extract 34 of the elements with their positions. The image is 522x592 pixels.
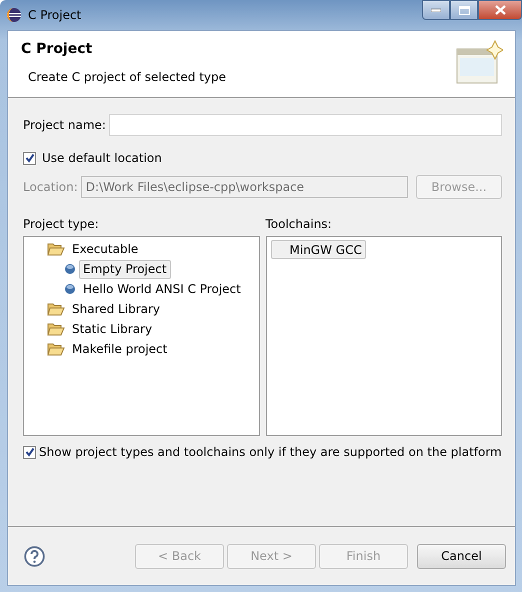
folder-icon <box>47 302 65 316</box>
dialog-subtitle: Create C project of selected type <box>28 69 227 86</box>
help-icon[interactable] <box>24 546 45 566</box>
maximize-icon <box>458 6 470 14</box>
folder-icon <box>47 242 65 256</box>
folder-icon <box>47 342 65 356</box>
field-label: Project name: <box>23 117 106 134</box>
close-button[interactable] <box>478 0 522 20</box>
minimize-button[interactable] <box>422 0 450 20</box>
tree-item[interactable]: Makefile project <box>68 340 172 358</box>
project-name-field[interactable] <box>108 114 502 136</box>
checkbox[interactable] <box>23 152 36 164</box>
minimize-icon <box>431 8 441 12</box>
maximize-button[interactable] <box>450 0 478 20</box>
field-label: Location: <box>23 179 78 196</box>
section-label: Toolchains: <box>266 216 333 233</box>
tree-item[interactable]: Executable <box>68 240 142 258</box>
checkbox-label: Show project types and toolchains only if they are supported on the platform <box>39 444 502 461</box>
tree-item[interactable]: Empty Project <box>79 260 171 278</box>
folder-icon <box>47 322 65 336</box>
tree-item[interactable]: Static Library <box>68 320 156 338</box>
dialog-title: C Project <box>21 40 94 59</box>
list-item[interactable]: MinGW GCC <box>270 240 366 259</box>
bullet-icon <box>64 283 76 295</box>
app-icon <box>6 7 22 23</box>
dialog-button[interactable]: Cancel <box>417 544 506 568</box>
tree-item[interactable]: Hello World ANSI C Project <box>79 280 245 298</box>
window-title: C Project <box>28 7 82 24</box>
close-icon <box>494 5 506 15</box>
section-label: Project type: <box>23 216 100 233</box>
checkbox-label: Use default location <box>42 150 162 167</box>
tree-item[interactable]: Shared Library <box>68 300 164 318</box>
checkbox[interactable] <box>23 446 36 458</box>
bullet-icon <box>64 263 76 275</box>
